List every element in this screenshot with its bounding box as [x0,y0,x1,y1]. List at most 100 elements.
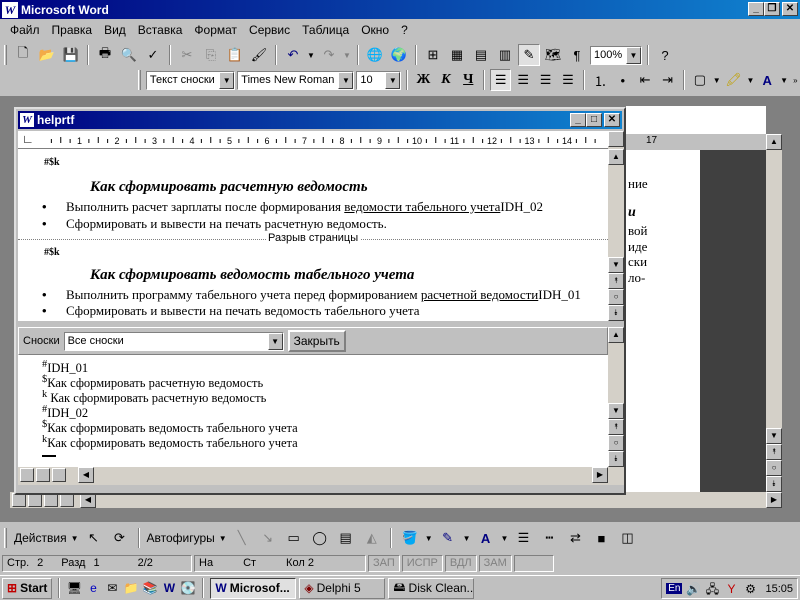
redo-dropdown-icon[interactable]: ▼ [342,44,352,66]
disk-icon[interactable]: 💽 [180,580,196,596]
antivirus-icon[interactable]: Y [723,581,739,597]
font-size-select[interactable]: 10 ▼ [356,70,402,90]
highlight-dropdown-icon[interactable]: ▼ [746,69,755,91]
paste-icon[interactable]: 📋 [224,44,246,66]
show-desktop-icon[interactable]: 🖥 [66,580,82,596]
chevron-down-icon[interactable]: ▼ [501,534,509,543]
normal-view-icon[interactable] [20,468,34,482]
redo-icon[interactable]: ↷ [318,44,340,66]
chevron-down-icon[interactable]: ▼ [267,332,283,350]
italic-button[interactable]: К [436,69,456,91]
chevron-down-icon[interactable]: ▼ [219,71,235,89]
save-icon[interactable]: 💾 [60,44,82,66]
menu-table[interactable]: Таблица [296,23,355,37]
spelling-icon[interactable]: ✓ [142,44,164,66]
style-select[interactable]: Текст сноски ▼ [145,70,236,90]
print-icon[interactable]: 🖶 [94,44,116,66]
scroll-down-icon[interactable]: ▼ [608,257,624,273]
oval-icon[interactable]: ◯ [309,527,331,549]
insert-excel-icon[interactable]: ▤ [470,44,492,66]
insert-table-icon[interactable]: ▦ [446,44,468,66]
more-buttons-icon[interactable]: » [791,69,800,91]
align-left-icon[interactable]: ☰ [490,69,511,91]
dash-style-icon[interactable]: ┅ [538,527,560,549]
zoom-select[interactable]: 100% ▼ [590,45,642,65]
document-window[interactable]: W helprtf _ □ ✕ 1 2 3 4 5 6 7 8 9 10 11 12 13 14 ∟ #$… [14,107,626,495]
menu-window[interactable]: Окно [355,23,395,37]
copy-icon[interactable]: ⎘ [200,44,222,66]
underline-button[interactable]: Ч [458,69,478,91]
hyperlink[interactable]: ведомости табельного учета [344,199,500,214]
menu-view[interactable]: Вид [98,23,132,37]
web-view-icon[interactable] [36,468,50,482]
menu-help[interactable]: ? [395,23,414,37]
document-vertical-scrollbar[interactable]: ▲ ▼ ⯭ ○ ⯯ [608,131,624,321]
chevron-down-icon[interactable]: ▼ [385,71,401,89]
wordart-icon[interactable]: ◭ [361,527,383,549]
previous-page-icon[interactable]: ⯭ [766,444,782,460]
drawing-icon[interactable]: ✎ [518,44,540,66]
word-icon[interactable]: W [161,580,177,596]
line-icon[interactable]: ╲ [231,527,253,549]
minimize-button[interactable]: _ [748,2,764,16]
split-box[interactable] [608,131,624,147]
cut-icon[interactable]: ✂ [176,44,198,66]
web-toolbar-icon[interactable]: 🌍 [388,44,410,66]
line-style-icon[interactable]: ☰ [512,527,534,549]
menu-insert[interactable]: Вставка [132,23,189,37]
next-page-icon[interactable]: ⯯ [608,451,624,467]
text-box-icon[interactable]: ▤ [335,527,357,549]
3d-icon[interactable]: ◫ [616,527,638,549]
chevron-down-icon[interactable]: ▼ [338,71,354,89]
tray-app-icon[interactable]: ⚙ [742,581,758,597]
tab-stop-icon[interactable]: ∟ [22,132,34,146]
taskbar-word[interactable]: W Microsof... [210,577,297,599]
tables-borders-icon[interactable]: ⊞ [422,44,444,66]
scroll-left-icon[interactable]: ◀ [78,467,94,483]
scroll-up-icon[interactable]: ▲ [608,149,624,165]
restore-button[interactable]: ❐ [764,2,780,16]
next-page-icon[interactable]: ⯯ [766,476,782,492]
status-ovr[interactable]: ЗАМ [478,554,512,572]
status-trk[interactable]: ИСПР [401,554,443,572]
taskbar-delphi[interactable]: ◈ Delphi 5 [299,577,386,599]
chevron-down-icon[interactable]: ▼ [463,534,471,543]
scroll-right-icon[interactable]: ▶ [592,467,608,483]
previous-page-icon[interactable]: ⯭ [608,419,624,435]
document-map-icon[interactable]: 🗺 [542,44,564,66]
close-footnotes-button[interactable]: Закрыть [287,330,346,352]
font-select[interactable]: Times New Roman ▼ [237,70,355,90]
select-objects-icon[interactable]: ↖ [83,527,105,549]
word-icon[interactable]: W [2,1,18,18]
fill-color-icon[interactable]: 🪣 [399,527,421,549]
toolbar-grip[interactable] [4,528,7,548]
justify-icon[interactable]: ☰ [558,69,578,91]
format-painter-icon[interactable]: 🖌 [248,44,270,66]
numbering-icon[interactable]: ⒈ [590,69,610,91]
explorer-icon[interactable]: 📁 [123,580,139,596]
document-body[interactable]: #$k Как сформировать расчетную ведомость… [18,149,608,321]
rectangle-icon[interactable]: ▭ [283,527,305,549]
taskbar-disk-cleanup[interactable]: 🖴 Disk Clean... [388,577,475,599]
increase-indent-icon[interactable]: ⇥ [657,69,677,91]
hyperlink[interactable]: расчетной ведомости [421,287,538,302]
toolbar-grip[interactable] [4,45,7,65]
font-color-icon[interactable]: A [475,527,497,549]
bullets-icon[interactable]: • [613,69,633,91]
free-rotate-icon[interactable]: ⟳ [109,527,131,549]
internet-explorer-icon[interactable]: e [85,580,101,596]
minimize-button[interactable]: _ [570,113,586,127]
borders-icon[interactable]: ▢ [690,69,710,91]
menu-format[interactable]: Формат [188,23,243,37]
font-color-icon[interactable]: A [757,69,777,91]
horizontal-ruler[interactable]: 1 2 3 4 5 6 7 8 9 10 11 12 13 14 ∟ [18,131,608,149]
toolbar-grip[interactable] [138,70,141,90]
status-rec[interactable]: ЗАП [368,554,400,572]
close-button[interactable]: ✕ [782,2,798,16]
browse-object-icon[interactable]: ○ [608,435,624,451]
web-view-icon[interactable] [28,493,42,507]
normal-view-icon[interactable] [12,493,26,507]
background-vertical-scrollbar[interactable]: ▲ ▼ ⯭ ○ ⯯ [766,134,782,492]
menu-tools[interactable]: Сервис [243,23,296,37]
network-icon[interactable]: 🖧 [704,581,720,597]
